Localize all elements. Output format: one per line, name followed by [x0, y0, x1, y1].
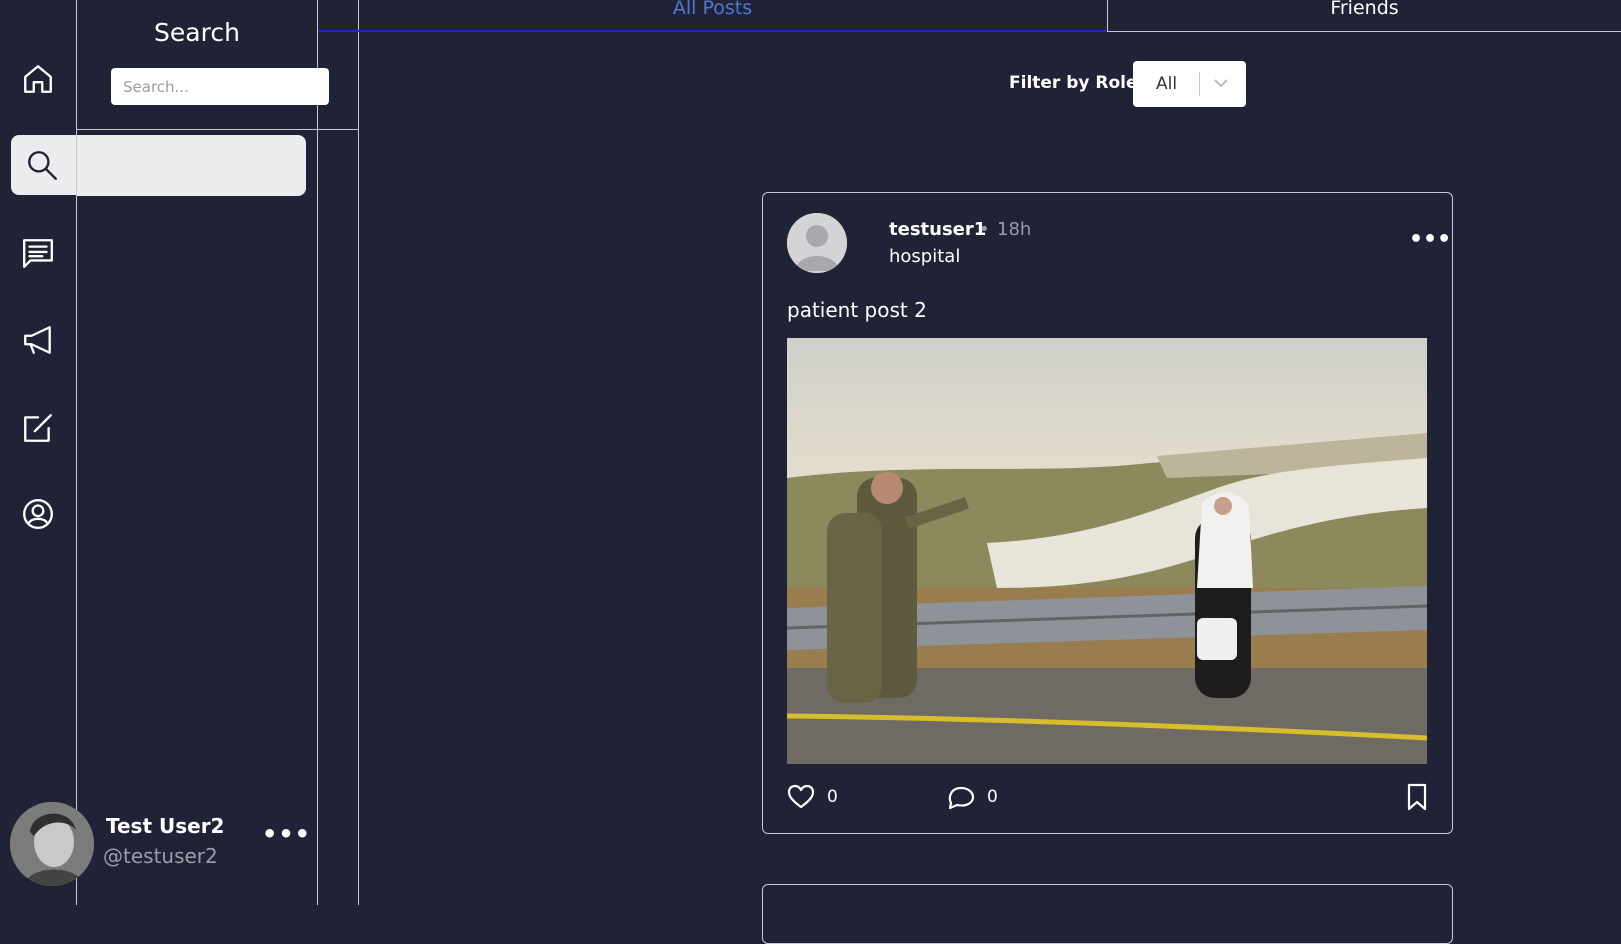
post-username[interactable]: testuser1 — [889, 219, 986, 240]
nav-profile[interactable] — [0, 484, 76, 544]
chevron-down-icon — [1214, 79, 1228, 88]
post-card: testuser1 • 18h hospital ••• patient pos… — [762, 192, 1453, 834]
panel-divider — [77, 129, 358, 130]
post-timestamp: 18h — [997, 219, 1032, 240]
icon-rail — [0, 0, 77, 905]
current-user[interactable]: Test User2 @testuser2 ••• — [10, 800, 311, 886]
post-separator: • — [979, 219, 990, 240]
post-image[interactable] — [787, 338, 1427, 764]
tab-friends[interactable]: Friends — [1107, 0, 1621, 32]
post-more-button[interactable]: ••• — [1409, 227, 1451, 252]
post-role: hospital — [889, 246, 961, 267]
like-button[interactable]: 0 — [787, 783, 838, 811]
tab-all-posts[interactable]: All Posts — [318, 0, 1107, 32]
nav-compose[interactable] — [0, 398, 76, 458]
feed-tabs: All Posts Friends — [318, 0, 1621, 32]
comment-count: 0 — [987, 787, 998, 807]
default-avatar-icon — [787, 213, 847, 273]
user-display-name: Test User2 — [106, 814, 225, 838]
post-avatar[interactable] — [787, 213, 847, 273]
nav-search[interactable] — [11, 135, 76, 195]
megaphone-icon — [24, 326, 51, 354]
bookmark-icon — [1407, 783, 1427, 811]
search-panel-title: Search — [154, 18, 240, 47]
comment-button[interactable]: 0 — [947, 783, 998, 811]
nav-messages[interactable] — [0, 223, 76, 283]
post-text: patient post 2 — [787, 298, 927, 322]
select-separator — [1199, 72, 1200, 96]
like-count: 0 — [827, 787, 838, 807]
search-icon — [28, 151, 57, 180]
home-icon — [24, 65, 52, 93]
role-filter-select[interactable]: All — [1133, 61, 1246, 107]
filter-label: Filter by Role: — [1009, 73, 1145, 93]
bookmark-button[interactable] — [1404, 783, 1430, 815]
compose-icon — [24, 414, 52, 442]
avatar — [10, 802, 94, 886]
profile-icon — [23, 499, 53, 529]
next-post-card — [762, 884, 1453, 944]
user-more-button[interactable]: ••• — [262, 820, 311, 848]
user-handle: @testuser2 — [103, 844, 218, 868]
nav-announcements[interactable] — [0, 310, 76, 370]
nav-home[interactable] — [0, 49, 76, 109]
active-search-highlight — [77, 135, 306, 196]
heart-icon — [787, 784, 815, 809]
feed-divider — [358, 0, 359, 905]
search-input[interactable] — [111, 68, 329, 105]
comment-icon — [948, 786, 975, 810]
filter-value: All — [1156, 74, 1178, 94]
messages-icon — [23, 239, 53, 268]
